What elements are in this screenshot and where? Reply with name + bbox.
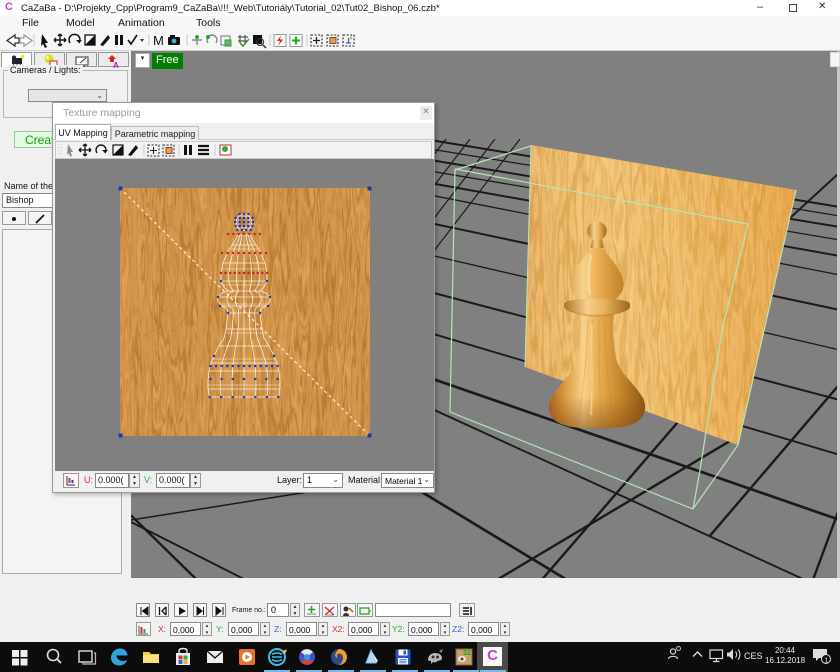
svg-text:32: 32 — [463, 650, 471, 657]
svg-text:1: 1 — [824, 656, 828, 665]
svg-text:M: M — [153, 33, 164, 48]
svg-text:A: A — [113, 61, 119, 68]
